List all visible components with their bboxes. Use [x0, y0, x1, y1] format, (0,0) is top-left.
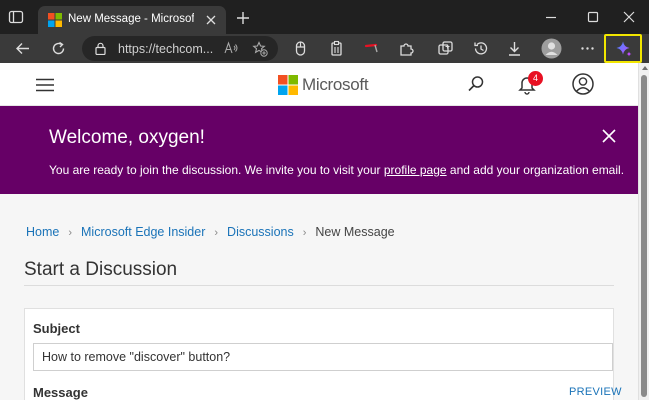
browser-tab-active[interactable]: New Message - Microsoft Community Hub: [38, 6, 226, 34]
page-scrollbar[interactable]: [638, 63, 649, 400]
address-bar[interactable]: https://techcom...: [82, 36, 278, 61]
history-icon[interactable]: [472, 40, 489, 57]
welcome-title: Welcome, oxygen!: [49, 127, 205, 148]
back-arrow-icon[interactable]: [14, 40, 31, 57]
breadcrumb-current: New Message: [315, 225, 395, 239]
browser-titlebar: New Message - Microsoft Community Hub: [0, 0, 649, 34]
breadcrumb-separator-icon: ›: [214, 227, 219, 239]
downloads-icon[interactable]: [506, 40, 523, 57]
breadcrumb: Home › Microsoft Edge Insider › Discussions ›…: [26, 225, 395, 239]
welcome-banner: Welcome, oxygen! You are ready to join t…: [0, 106, 638, 194]
welcome-message: You are ready to join the discussion. We…: [49, 163, 624, 177]
breadcrumb-separator-icon: ›: [302, 227, 307, 239]
add-favorite-icon[interactable]: [252, 41, 268, 57]
microsoft-favicon-icon: [48, 13, 62, 27]
user-avatar-icon[interactable]: [572, 73, 594, 95]
url-text: https://techcom...: [118, 42, 214, 56]
microsoft-logo-icon[interactable]: [278, 75, 298, 95]
title-divider: [24, 285, 614, 286]
profile-page-link[interactable]: profile page: [384, 163, 447, 177]
microsoft-wordmark[interactable]: Microsoft: [302, 75, 369, 95]
discussion-form: Subject Message PREVIEW: [24, 308, 622, 400]
search-icon[interactable]: [467, 75, 485, 93]
close-tab-icon[interactable]: [204, 13, 218, 27]
site-header: Microsoft 4: [0, 63, 638, 106]
welcome-text-before: You are ready to join the discussion. We…: [49, 163, 384, 177]
tab-title: New Message - Microsoft Community Hub: [68, 13, 194, 25]
welcome-text-after: and add your organization email.: [446, 163, 625, 177]
more-options-icon[interactable]: [579, 40, 596, 57]
subject-label: Subject: [33, 321, 80, 336]
notification-count-badge: 4: [528, 71, 543, 86]
close-banner-icon[interactable]: [601, 128, 617, 144]
refresh-icon[interactable]: [50, 40, 67, 57]
collections-icon[interactable]: [437, 40, 454, 57]
extensions-puzzle-icon[interactable]: [398, 40, 415, 57]
page-title: Start a Discussion: [24, 259, 178, 280]
hamburger-menu-icon[interactable]: [36, 78, 54, 92]
mouse-icon[interactable]: [292, 40, 309, 57]
breadcrumb-edge-insider[interactable]: Microsoft Edge Insider: [81, 225, 205, 239]
tab-actions-icon[interactable]: [8, 9, 24, 25]
copilot-button[interactable]: [604, 34, 642, 63]
close-window-icon[interactable]: [622, 10, 636, 24]
scroll-up-arrow-icon[interactable]: [642, 66, 648, 70]
breadcrumb-discussions[interactable]: Discussions: [227, 225, 294, 239]
breadcrumb-home[interactable]: Home: [26, 225, 59, 239]
lock-icon[interactable]: [94, 42, 107, 55]
subject-input[interactable]: [33, 343, 613, 371]
browser-toolbar: https://techcom...: [0, 34, 649, 63]
scrollbar-thumb[interactable]: [641, 75, 647, 397]
read-aloud-icon[interactable]: [224, 41, 238, 55]
maximize-window-icon[interactable]: [586, 10, 600, 24]
minimize-window-icon[interactable]: [544, 10, 558, 24]
copilot-sparkle-icon: [616, 41, 632, 57]
extension-clipboard-icon[interactable]: [328, 40, 345, 57]
profile-avatar-icon[interactable]: [541, 38, 562, 59]
breadcrumb-separator-icon: ›: [68, 227, 73, 239]
message-label: Message: [33, 385, 88, 400]
new-tab-icon[interactable]: [236, 11, 250, 25]
web-page: Microsoft 4 Welcome, oxygen! You are rea…: [0, 63, 638, 400]
red-slash-extension-icon[interactable]: [364, 40, 381, 57]
preview-button[interactable]: PREVIEW: [569, 386, 622, 398]
